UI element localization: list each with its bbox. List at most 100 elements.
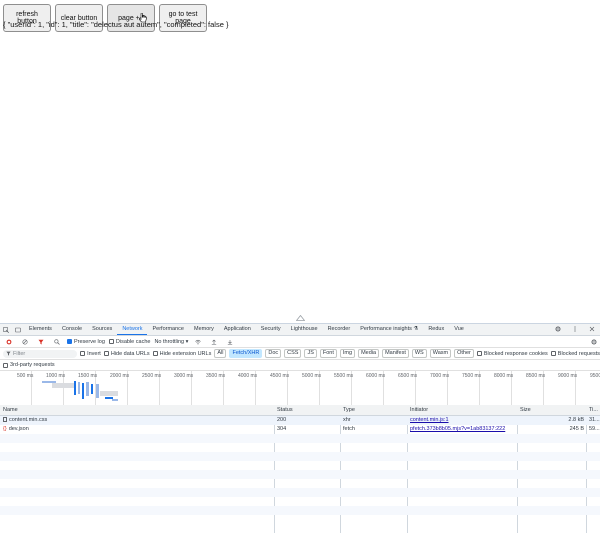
type-filter-all[interactable]: All [214,349,227,358]
table-row[interactable]: content.min.css 200 xhr content.min.js:1… [0,416,600,425]
tab-recorder[interactable]: Recorder [323,324,356,335]
filter-funnel-icon[interactable] [38,339,44,345]
timeline-tick: 8000 ms [494,373,514,379]
table-row-empty [0,434,600,443]
third-party-requests-checkbox[interactable]: 3rd-party requests [0,360,600,371]
table-row[interactable]: {} dev.json 304 fetch pfetch.373b8b05.mjs… [0,425,600,434]
filter-input[interactable]: Filter [3,349,78,358]
request-initiator-link[interactable]: pfetch.373b8b05.mjs?v=1ab83137:222 [410,425,515,434]
waterfall-bar [52,383,74,388]
throttling-select[interactable]: No throttling ▾ [154,339,188,345]
tab-security[interactable]: Security [256,324,286,335]
more-options-icon[interactable] [572,326,578,332]
type-filter-img[interactable]: Img [339,349,356,358]
tab-lighthouse[interactable]: Lighthouse [286,324,323,335]
fetch-result-text: { "userId": 1, "id": 1, "title": "delect… [3,20,229,29]
preserve-log-checkbox[interactable]: Preserve log [67,339,105,345]
settings-gear-icon[interactable] [555,326,561,332]
devtools-tab-bar: Elements Console Sources Network Perform… [0,324,600,336]
timeline-tick: 6500 ms [398,373,418,379]
chevron-down-icon: ▾ [185,338,189,345]
waterfall-bar [86,382,89,396]
type-filter-other[interactable]: Other [454,349,474,358]
table-row-empty [0,479,600,488]
tab-console[interactable]: Console [57,324,87,335]
tab-vue[interactable]: Vue [449,324,469,335]
table-row-empty [0,506,600,515]
search-icon[interactable] [54,338,60,345]
network-settings-gear-icon[interactable] [591,339,597,345]
tab-performance-insights[interactable]: Performance insights ⚗ [355,324,423,335]
record-icon[interactable] [6,339,12,345]
network-filter-bar: Filter Invert Hide data URLs Hide extens… [0,348,600,360]
type-filter-js[interactable]: JS [304,349,317,358]
column-header-type[interactable]: Type [343,405,403,415]
inspect-element-icon[interactable] [3,326,9,333]
request-name[interactable]: {} dev.json [3,425,273,434]
column-header-status[interactable]: Status [277,405,337,415]
column-header-size[interactable]: Size [520,405,584,415]
table-row-empty [0,488,600,497]
tab-elements[interactable]: Elements [24,324,57,335]
network-toolbar: Preserve log Disable cache No throttling… [0,336,600,348]
type-filter-ws[interactable]: WS [411,349,427,358]
type-filter-wasm[interactable]: Wasm [429,349,452,358]
request-status: 304 [277,426,287,432]
column-header-name[interactable]: Name [3,405,273,415]
column-header-initiator[interactable]: Initiator [410,405,515,415]
request-time: 31... [589,417,600,423]
type-filter-css[interactable]: CSS [284,349,302,358]
devtools-panel: Elements Console Sources Network Perform… [0,323,600,533]
timeline-tick: 9500 [590,373,600,379]
tab-application[interactable]: Application [219,324,256,335]
device-toolbar-icon[interactable] [15,327,21,333]
table-header: Name Status Type Initiator Size Ti... [0,405,600,416]
tab-memory[interactable]: Memory [189,324,219,335]
type-filter-doc[interactable]: Doc [265,349,282,358]
blocked-response-cookies-checkbox[interactable]: Blocked response cookies [476,351,548,357]
waterfall-bar [91,384,93,394]
timeline-tick: 5000 ms [302,373,322,379]
timeline-tick: 4000 ms [238,373,258,379]
tab-network[interactable]: Network [117,324,148,335]
timeline-tick: 5500 ms [334,373,354,379]
disable-cache-checkbox[interactable]: Disable cache [108,339,150,345]
network-overview-timeline[interactable]: 500 ms 1000 ms 1500 ms 2000 ms 2500 ms 3… [0,371,600,408]
tab-sources[interactable]: Sources [87,324,117,335]
timeline-tick: 3000 ms [174,373,194,379]
timeline-tick: 2000 ms [110,373,130,379]
request-initiator-link[interactable]: content.min.js:1 [410,416,515,425]
column-header-time[interactable]: Ti... [589,405,600,415]
type-filter-manifest[interactable]: Manifest [382,349,409,358]
waterfall-bar [96,384,99,398]
close-devtools-icon[interactable] [589,326,595,332]
table-row-empty [0,461,600,470]
waterfall-bar [78,382,80,394]
request-size: 245 B [569,426,584,432]
type-filter-font[interactable]: Font [319,349,337,358]
type-filter-fetch-xhr[interactable]: Fetch/XHR [229,349,263,358]
hide-extension-urls-checkbox[interactable]: Hide extension URLs [152,351,211,357]
tab-redux[interactable]: Redux [423,324,449,335]
type-filter-media[interactable]: Media [358,349,380,358]
drawer-resize-handle-icon[interactable] [296,315,305,321]
table-row-empty [0,452,600,461]
waterfall-bar [82,383,84,399]
clear-log-icon[interactable] [22,338,28,345]
request-name[interactable]: content.min.css [3,416,273,425]
table-row-empty [0,470,600,479]
request-type: xhr [343,417,351,423]
invert-checkbox[interactable]: Invert [80,351,101,357]
import-har-icon[interactable] [211,339,217,345]
waterfall-bar [42,381,56,383]
tab-performance[interactable]: Performance [147,324,189,335]
wifi-conditions-icon[interactable] [195,339,202,345]
blocked-requests-checkbox[interactable]: Blocked requests [550,351,600,357]
filter-icon [6,351,11,356]
table-row-empty [0,515,600,524]
export-har-icon[interactable] [227,339,233,345]
timeline-tick: 7000 ms [430,373,450,379]
hide-data-urls-checkbox[interactable]: Hide data URLs [103,351,150,357]
timeline-tick: 1500 ms [78,373,98,379]
table-row-empty [0,497,600,506]
